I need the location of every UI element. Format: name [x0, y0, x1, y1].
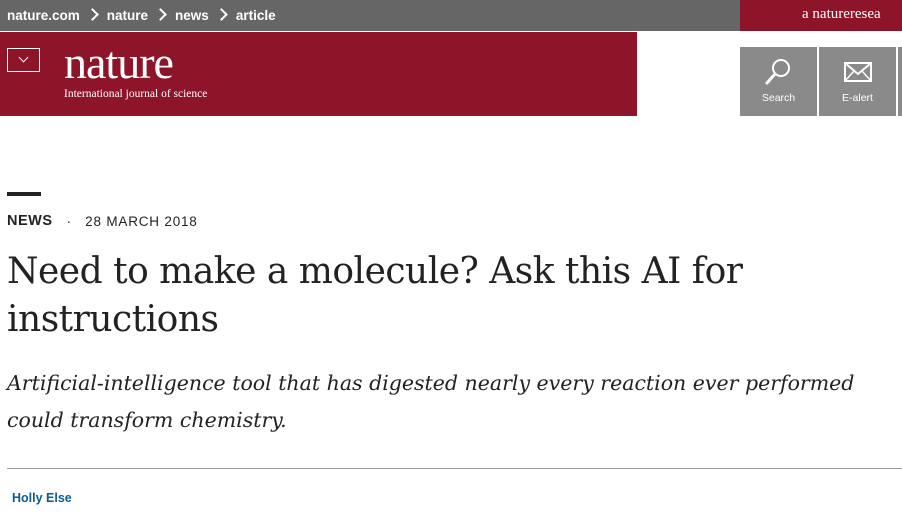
- breadcrumb-item-nature-com[interactable]: nature.com: [7, 8, 80, 23]
- e-alert-label: E-alert: [842, 92, 873, 104]
- menu-toggle-button[interactable]: [7, 48, 40, 72]
- breadcrumb-item-article: article: [235, 8, 276, 23]
- article-standfirst: Artificial-intelligence tool that has di…: [7, 371, 855, 432]
- divider: [7, 468, 902, 469]
- e-alert-button[interactable]: E-alert: [819, 47, 896, 116]
- breadcrumb: nature.com nature news article: [7, 0, 276, 31]
- publish-date: 28 MARCH 2018: [85, 213, 198, 229]
- breadcrumb-item-nature[interactable]: nature: [107, 8, 148, 23]
- article-title: Need to make a molecule? Ask this AI for…: [7, 251, 743, 340]
- article-meta: NEWS · 28 MARCH 2018: [7, 213, 198, 229]
- envelope-icon: [843, 62, 872, 82]
- article-accent-rule: [7, 192, 41, 196]
- chevron-right-icon: [154, 8, 167, 21]
- nature-research-logo: a natureresea: [802, 6, 881, 22]
- author-link[interactable]: Holly Else: [12, 491, 72, 505]
- search-button[interactable]: Search: [740, 47, 817, 116]
- article-type[interactable]: NEWS: [7, 213, 53, 229]
- meta-separator: ·: [66, 213, 72, 229]
- nature-research-link[interactable]: a natureresea: [740, 0, 902, 31]
- search-icon: [765, 59, 790, 85]
- chevron-down-icon: [18, 52, 29, 63]
- top-bar: nature.com nature news article a naturer…: [0, 0, 902, 31]
- more-tools-edge[interactable]: [898, 47, 902, 116]
- chevron-right-icon: [85, 8, 99, 21]
- chevron-right-icon: [214, 8, 228, 21]
- search-label: Search: [761, 92, 796, 104]
- journal-tagline: International journal of science: [64, 88, 208, 100]
- breadcrumb-item-news[interactable]: news: [175, 8, 209, 23]
- nature-logo[interactable]: nature: [64, 40, 174, 86]
- masthead: nature International journal of science: [0, 32, 637, 116]
